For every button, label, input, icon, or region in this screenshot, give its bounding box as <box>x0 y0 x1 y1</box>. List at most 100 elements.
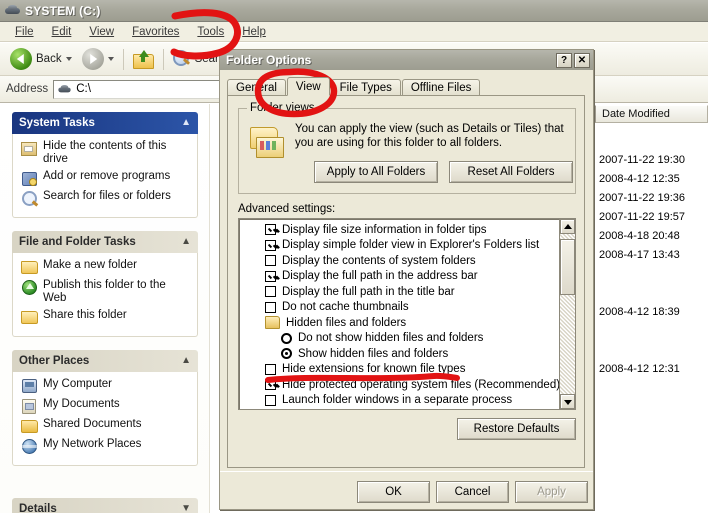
folder-icon <box>265 316 280 330</box>
table-row[interactable]: 2007-11-22 19:57 <box>591 208 704 227</box>
task-item-my-computer[interactable]: My Computer <box>21 378 191 394</box>
restore-defaults-button[interactable]: Restore Defaults <box>457 418 576 440</box>
list-item[interactable]: Display file size information in folder … <box>241 222 559 238</box>
table-row[interactable]: 2008-4-12 12:35 <box>591 170 704 189</box>
checkbox[interactable] <box>265 394 276 406</box>
task-item-shared-documents[interactable]: Shared Documents <box>21 418 191 434</box>
table-row[interactable]: 2008-4-18 20:48 <box>591 227 704 246</box>
reset-all-folders-button[interactable]: Reset All Folders <box>449 161 573 183</box>
list-item[interactable]: Display the full path in the address bar <box>241 269 559 285</box>
task-item-make-new-folder[interactable]: Make a new folder <box>21 259 191 275</box>
table-row[interactable]: 2008-4-12 12:31 <box>591 360 704 379</box>
radio-button[interactable] <box>281 348 292 360</box>
toolbar-separator <box>162 48 164 70</box>
task-group-title: System Tasks <box>19 117 95 129</box>
menu-bar: File Edit View Favorites Tools Help <box>0 22 708 42</box>
scroll-down-icon[interactable] <box>560 394 575 409</box>
task-item-hide-contents[interactable]: Hide the contents of this drive <box>21 140 191 166</box>
back-button[interactable]: Back <box>6 46 76 72</box>
dialog-tabs: General View File Types Offline Files <box>227 77 585 96</box>
scrollbar[interactable] <box>559 219 575 409</box>
radio-button[interactable] <box>281 332 292 344</box>
tab-general[interactable]: General <box>227 79 286 96</box>
table-row[interactable] <box>591 341 704 360</box>
reset-all-folders-label: Reset All Folders <box>467 166 555 178</box>
list-item[interactable]: Display simple folder view in Explorer's… <box>241 238 559 254</box>
list-item[interactable]: Launch folder windows in a separate proc… <box>241 393 559 409</box>
checkbox[interactable] <box>265 270 276 282</box>
list-item[interactable]: Hidden files and folders <box>241 315 559 331</box>
menu-item-help[interactable]: Help <box>233 24 275 40</box>
chevron-up-icon[interactable]: ▲ <box>181 237 191 247</box>
list-item[interactable]: Display the contents of system folders <box>241 253 559 269</box>
task-group-header-file-folder-tasks[interactable]: File and Folder Tasks ▲ <box>12 231 198 253</box>
chevron-down-icon[interactable] <box>107 57 114 61</box>
tab-view[interactable]: View <box>286 77 330 96</box>
task-group-header-other-places[interactable]: Other Places ▲ <box>12 350 198 372</box>
checkbox[interactable] <box>265 255 276 267</box>
search-icon <box>21 190 37 206</box>
table-row[interactable]: 2008-4-17 13:43 <box>591 246 704 265</box>
advanced-settings-list[interactable]: Display file size information in folder … <box>238 218 576 410</box>
close-icon[interactable]: ✕ <box>574 52 590 68</box>
task-item-publish-to-web[interactable]: Publish this folder to the Web <box>21 279 191 305</box>
ok-button[interactable]: OK <box>357 481 430 503</box>
task-item-my-documents[interactable]: My Documents <box>21 398 191 414</box>
menu-item-file[interactable]: File <box>6 24 43 40</box>
search-icon <box>172 50 191 68</box>
drive-icon <box>5 4 20 17</box>
tab-offline-files[interactable]: Offline Files <box>401 79 481 96</box>
forward-arrow-icon <box>81 48 104 70</box>
address-input[interactable]: C:\ <box>53 79 226 99</box>
task-item-search-files[interactable]: Search for files or folders <box>21 190 191 206</box>
checkbox[interactable] <box>265 301 276 313</box>
list-item[interactable]: Hide extensions for known file types <box>241 362 559 378</box>
table-row[interactable]: 2007-11-22 19:30 <box>591 151 704 170</box>
forward-button[interactable] <box>78 46 118 72</box>
scrollbar-track[interactable] <box>560 234 575 394</box>
scroll-up-icon[interactable] <box>560 219 575 234</box>
checkbox[interactable] <box>265 379 276 391</box>
table-row[interactable]: 2008-4-12 18:39 <box>591 303 704 322</box>
task-group-header-details[interactable]: Details ▼ <box>12 498 198 513</box>
up-button[interactable] <box>129 48 158 71</box>
table-row[interactable] <box>591 265 704 284</box>
column-header-date-modified[interactable]: Date Modified <box>595 105 708 123</box>
list-item[interactable]: Do not cache thumbnails <box>241 300 559 316</box>
chevron-up-icon[interactable]: ▲ <box>181 356 191 366</box>
menu-item-edit[interactable]: Edit <box>43 24 81 40</box>
task-item-label: My Documents <box>43 398 120 410</box>
table-row[interactable]: 2007-11-22 19:36 <box>591 189 704 208</box>
task-group-header-system-tasks[interactable]: System Tasks ▲ <box>12 112 198 134</box>
table-row[interactable] <box>591 322 704 341</box>
task-item-add-remove-programs[interactable]: Add or remove programs <box>21 170 191 186</box>
checkbox[interactable] <box>265 286 276 298</box>
checkbox[interactable] <box>265 363 276 375</box>
chevron-down-icon[interactable]: ▼ <box>181 504 191 513</box>
apply-to-all-folders-label: Apply to All Folders <box>326 166 426 178</box>
checkbox[interactable] <box>265 239 276 251</box>
task-group-other-places: Other Places ▲ My Computer My Documents … <box>12 350 198 466</box>
task-group-body: My Computer My Documents Shared Document… <box>12 372 198 466</box>
ok-button-label: OK <box>385 486 402 498</box>
chevron-down-icon[interactable] <box>65 57 72 61</box>
cancel-button[interactable]: Cancel <box>436 481 509 503</box>
list-item[interactable]: Display the full path in the title bar <box>241 284 559 300</box>
list-item[interactable]: Show hidden files and folders <box>241 346 559 362</box>
table-row[interactable] <box>591 284 704 303</box>
tab-file-types[interactable]: File Types <box>330 79 401 96</box>
checkbox[interactable] <box>265 224 276 236</box>
list-item[interactable]: Do not show hidden files and folders <box>241 331 559 347</box>
list-item[interactable]: Hide protected operating system files (R… <box>241 377 560 393</box>
task-item-share-folder[interactable]: Share this folder <box>21 309 191 325</box>
scrollbar-thumb[interactable] <box>560 239 575 295</box>
apply-to-all-folders-button[interactable]: Apply to All Folders <box>314 161 438 183</box>
menu-item-edit-label: Edit <box>51 25 72 38</box>
menu-item-favorites[interactable]: Favorites <box>123 24 188 40</box>
menu-item-tools[interactable]: Tools <box>188 24 233 40</box>
chevron-up-icon[interactable]: ▲ <box>181 118 191 128</box>
menu-item-view[interactable]: View <box>80 24 123 40</box>
help-icon[interactable]: ? <box>556 52 572 68</box>
publish-web-icon <box>21 279 37 295</box>
task-item-my-network-places[interactable]: My Network Places <box>21 438 191 454</box>
